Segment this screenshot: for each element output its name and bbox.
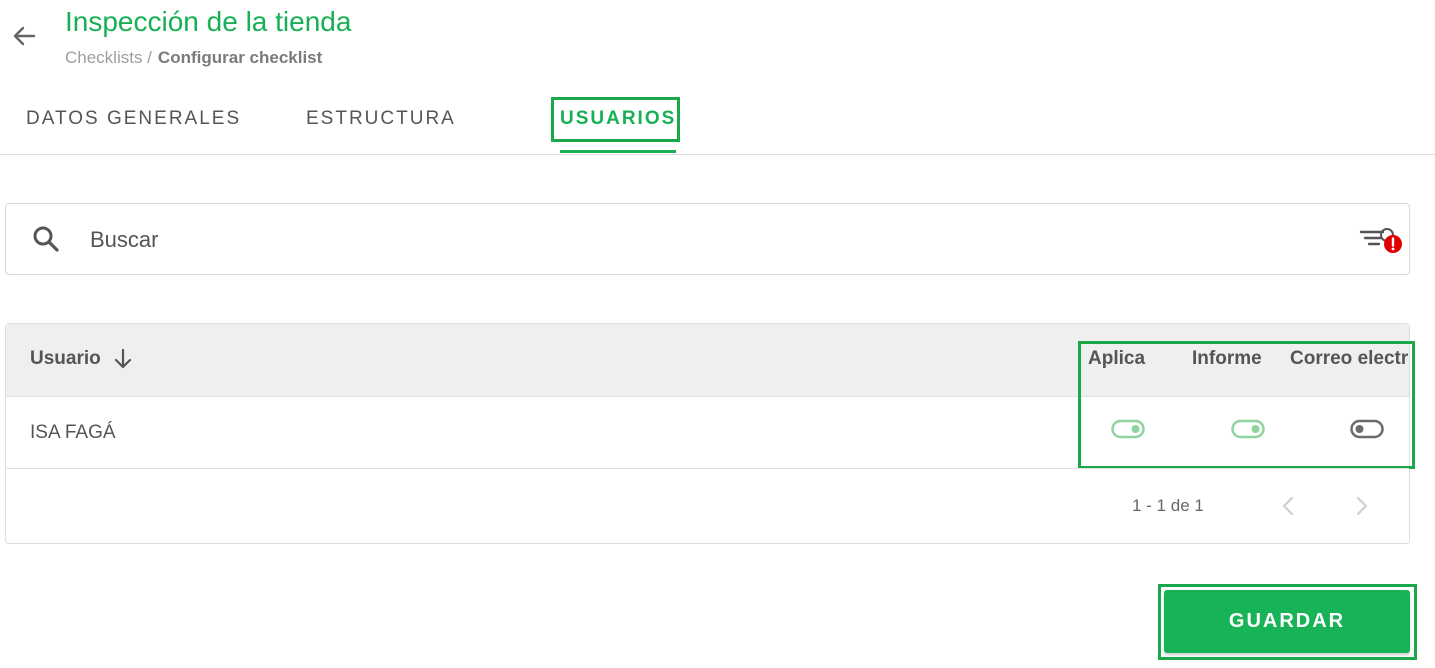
column-header-usuario[interactable]: Usuario xyxy=(30,348,101,370)
search-input[interactable] xyxy=(82,220,1332,260)
breadcrumb-parent[interactable]: Checklists / xyxy=(65,48,152,67)
search-icon xyxy=(30,223,62,255)
next-page-chevron-right-icon[interactable] xyxy=(1348,493,1374,519)
active-tab-indicator xyxy=(560,150,676,153)
tabs-divider xyxy=(0,154,1435,155)
breadcrumb-current: Configurar checklist xyxy=(157,48,323,67)
cell-usuario: ISA FAGÁ xyxy=(30,422,116,443)
row-divider xyxy=(6,468,1409,469)
breadcrumb: Checklists / Configurar checklist xyxy=(65,48,322,68)
page-title: Inspección de la tienda xyxy=(65,6,352,37)
permissions-highlight-box xyxy=(1078,341,1415,469)
pagination-range: 1 - 1 de 1 xyxy=(1132,496,1204,515)
tab-datos-generales[interactable]: DATOS GENERALES xyxy=(26,108,241,130)
sort-arrow-down-icon[interactable] xyxy=(110,346,136,372)
save-button[interactable]: GUARDAR xyxy=(1164,590,1410,653)
tab-estructura[interactable]: ESTRUCTURA xyxy=(306,108,456,130)
tab-highlight-box xyxy=(551,97,680,142)
prev-page-chevron-left-icon[interactable] xyxy=(1276,493,1302,519)
back-arrow-icon[interactable] xyxy=(8,20,40,52)
filter-icon[interactable] xyxy=(1357,224,1405,256)
